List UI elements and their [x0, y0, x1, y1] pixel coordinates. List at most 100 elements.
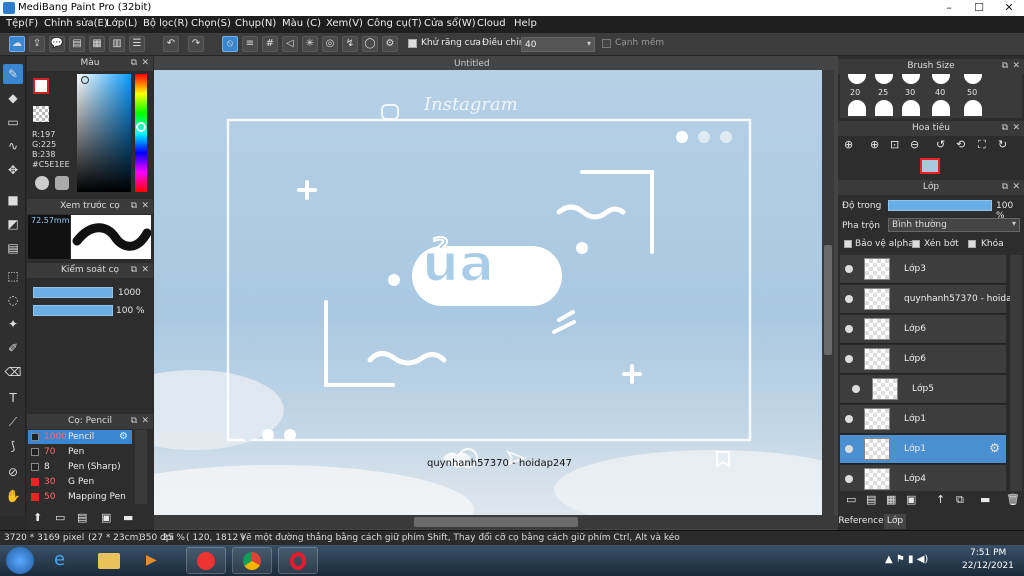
eye-icon[interactable] [845, 325, 853, 333]
color-mode-icon[interactable] [55, 176, 69, 190]
menu-capture[interactable]: Chụp(N) [235, 18, 276, 29]
redo-icon[interactable]: ↷ [188, 36, 204, 52]
new-layer-icon[interactable]: ▭ [846, 493, 856, 506]
popout-icon[interactable]: ⧉ [131, 56, 137, 71]
layer-row[interactable]: Lớp6 [840, 345, 1006, 374]
duplicate-layer-icon[interactable]: ⧉ [956, 493, 964, 507]
close-button[interactable]: ✕ [994, 0, 1024, 16]
gear-icon[interactable]: ⚙ [119, 430, 128, 444]
transparent-swatch[interactable] [33, 106, 49, 122]
zoom-out-icon[interactable]: ⊖ [910, 138, 919, 151]
layer-row[interactable]: Lớp5 [840, 375, 1006, 404]
layer-opacity-slider[interactable] [888, 200, 992, 211]
fit-window-icon[interactable]: ⛶ [978, 138, 986, 152]
windows-start-icon[interactable] [6, 547, 34, 574]
folder-icon[interactable]: ▬ [123, 511, 133, 524]
protect-alpha-checkbox[interactable] [844, 240, 852, 248]
brush-size-25[interactable]: 25 [878, 88, 888, 97]
menu-edit[interactable]: Chỉnh sửa(E) [44, 18, 108, 29]
eyedropper-tool-icon[interactable]: ⟆ [3, 436, 23, 456]
brush-opacity-slider[interactable] [33, 305, 113, 316]
select-eraser-icon[interactable]: ⌫ [3, 362, 23, 382]
document-icon[interactable]: ▦ [89, 36, 105, 52]
radial-snap-icon[interactable]: ✳ [302, 36, 318, 52]
layer-menu-icon[interactable]: ▣ [906, 493, 916, 506]
eye-icon[interactable] [845, 355, 853, 363]
share-icon[interactable]: ⇪ [29, 36, 45, 52]
lasso-tool-icon[interactable]: ◌ [3, 290, 23, 310]
menu-select[interactable]: Chọn(S) [191, 18, 231, 29]
settings-icon[interactable]: ⚙ [382, 36, 398, 52]
file-explorer-icon[interactable] [90, 547, 130, 574]
foreground-color-swatch[interactable] [33, 78, 49, 94]
adjust-input[interactable]: 40 ▾ [521, 37, 595, 52]
close-icon[interactable]: ✕ [1012, 59, 1020, 74]
eye-icon[interactable] [845, 265, 853, 273]
popout-icon[interactable]: ⧉ [1002, 180, 1008, 195]
eye-icon[interactable] [845, 445, 853, 453]
close-icon[interactable]: ✕ [1012, 180, 1020, 195]
brush-item-pencil[interactable]: 1000 Pencil ⚙ [28, 430, 132, 444]
gradient-tool-icon[interactable]: ▤ [3, 238, 23, 258]
hand-tool-icon[interactable]: ✋ [3, 486, 23, 506]
magic-wand-icon[interactable]: ✦ [3, 314, 23, 334]
zoom-fit-icon[interactable]: ⊕ [844, 138, 853, 151]
maximize-button[interactable]: ☐ [964, 0, 994, 16]
page-icon[interactable]: ▤ [69, 36, 85, 52]
dot-tool-icon[interactable]: ∿ [3, 136, 23, 156]
menu-color[interactable]: Màu (C) [282, 18, 321, 29]
layer-row-selected[interactable]: Lớp1 ⚙ [840, 435, 1006, 464]
curve-snap-icon[interactable]: ↯ [342, 36, 358, 52]
layer-row[interactable]: quynhanh57370 - hoidap [840, 285, 1010, 314]
zoom-in-icon[interactable]: ⊕ [870, 138, 879, 151]
new-folder-icon[interactable]: ▦ [886, 493, 896, 506]
brush-item-g-pen[interactable]: 30 G Pen [28, 475, 132, 489]
select-tool-icon[interactable]: ⬚ [3, 266, 23, 286]
vanish-snap-icon[interactable]: ◁ [282, 36, 298, 52]
fill-rect-tool-icon[interactable]: ■ [3, 190, 23, 210]
bucket-tool-icon[interactable]: ◩ [3, 214, 23, 234]
circle-snap-icon[interactable]: ◎ [322, 36, 338, 52]
brush-size-slider[interactable] [33, 287, 113, 298]
rotate-right-icon[interactable]: ↻ [998, 138, 1007, 151]
popout-icon[interactable]: ⧉ [1002, 59, 1008, 74]
close-icon[interactable]: ✕ [141, 414, 149, 429]
move-up-icon[interactable]: ↑ [936, 493, 945, 506]
new-brush-icon[interactable]: ▭ [55, 511, 65, 524]
rectangle-tool-icon[interactable]: ▭ [3, 112, 23, 132]
minimize-button[interactable]: – [934, 0, 964, 16]
menu-layer[interactable]: Lớp(L) [106, 18, 137, 29]
layer-scrollbar[interactable] [1010, 255, 1022, 491]
gear-icon[interactable]: ⚙ [989, 441, 1000, 455]
eye-icon[interactable] [845, 475, 853, 483]
brush-item-mapping-pen[interactable]: 50 Mapping Pen [28, 490, 132, 504]
ellipse-snap-icon[interactable]: ◯ [362, 36, 378, 52]
internet-explorer-icon[interactable]: e [44, 547, 84, 574]
text-tool-icon[interactable]: T [3, 388, 23, 408]
popout-icon[interactable]: ⧉ [131, 199, 137, 214]
cloud-icon[interactable]: ☁ [9, 36, 25, 52]
layer-row[interactable]: Lớp3 [840, 255, 1006, 284]
horizontal-scroll-thumb[interactable] [414, 517, 578, 527]
cross-snap-icon[interactable]: # [262, 36, 278, 52]
medibang-taskbar-icon[interactable] [186, 547, 226, 574]
navigator-preview[interactable] [920, 158, 940, 174]
layer-row[interactable]: Lớp6 [840, 315, 1006, 344]
hue-slider[interactable] [135, 74, 147, 192]
popout-icon[interactable]: ⧉ [131, 263, 137, 278]
tab-layer[interactable]: Lớp [884, 514, 906, 529]
brush-item-pen[interactable]: 70 Pen [28, 445, 132, 459]
brush-size-20[interactable]: 20 [850, 88, 860, 97]
vertical-scrollbar[interactable] [822, 70, 834, 515]
brush-menu-icon[interactable]: ▤ [77, 511, 87, 524]
soft-edge-checkbox[interactable] [602, 39, 611, 48]
close-icon[interactable]: ✕ [141, 56, 149, 71]
menu-window[interactable]: Cửa sổ(W) [424, 18, 476, 29]
menu-tools[interactable]: Công cụ(T) [367, 18, 422, 29]
popout-icon[interactable]: ⧉ [1002, 121, 1008, 136]
media-player-icon[interactable]: ▶ [136, 547, 176, 574]
add-brush-icon[interactable]: ⬆ [33, 511, 42, 524]
popout-icon[interactable]: ⧉ [131, 414, 137, 429]
eye-icon[interactable] [845, 295, 853, 303]
drawing-canvas[interactable]: Instagram ủa quynhanh57370 - hoidap247 [154, 70, 822, 515]
